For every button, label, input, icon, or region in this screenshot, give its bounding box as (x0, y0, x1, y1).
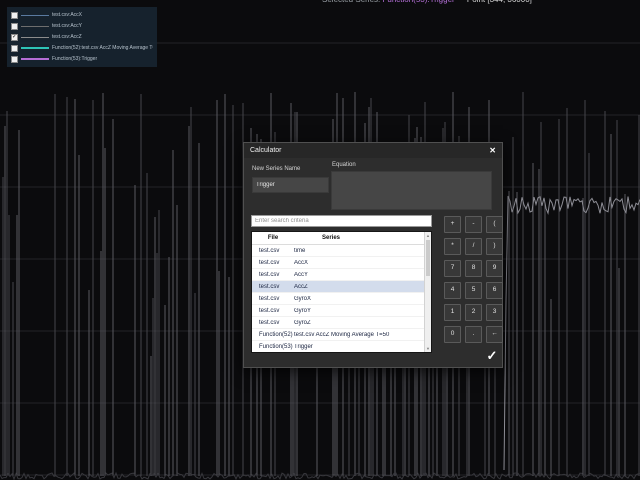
series-color-line (21, 25, 49, 27)
scroll-down-icon[interactable]: ▼ (425, 345, 431, 352)
table-row[interactable]: Function(52) test.csv AccZ Moving Average… (252, 329, 431, 341)
series-label: test.csv:AccX (52, 12, 83, 18)
series-table-body: test.csv time test.csv AccX test.csv AccY test… (252, 245, 431, 352)
visibility-checkbox[interactable] (11, 11, 18, 19)
series-cell: AccX (294, 259, 309, 266)
file-cell: test.csv (259, 259, 280, 266)
keypad-key[interactable]: / (465, 238, 482, 255)
selected-series-label: Selected Series: (322, 0, 380, 4)
file-cell: test.csv (259, 283, 280, 290)
series-label: test.csv:AccY (52, 23, 83, 29)
visibility-checkbox[interactable] (11, 55, 18, 63)
scrollbar-thumb[interactable] (426, 240, 430, 276)
series-cell: time (294, 247, 306, 254)
series-cell: AccZ (294, 283, 308, 290)
keypad: + -( * /) 7 8 9 4 5 6 1 2 3 0. ← (444, 216, 503, 343)
series-color-line (21, 36, 49, 38)
keypad-key[interactable]: 2 (465, 304, 482, 321)
legend-item[interactable]: test.csv:AccX (11, 10, 153, 20)
series-cell: GyroZ (294, 319, 311, 326)
apply-button[interactable]: ✓ (482, 345, 502, 365)
column-header-file[interactable]: File (252, 235, 294, 241)
point-readout: Point [344, 36000] (467, 0, 532, 4)
file-cell: test.csv (259, 271, 280, 278)
keypad-key[interactable]: ) (486, 238, 503, 255)
keypad-key[interactable]: 5 (465, 282, 482, 299)
column-header-series[interactable]: Series (294, 235, 431, 241)
series-cell: Trigger (294, 343, 313, 350)
legend-panel: test.csv:AccX test.csv:AccY ✓ test.csv:AccZ… (7, 7, 157, 67)
table-row[interactable]: test.csv AccX (252, 257, 431, 269)
table-row[interactable]: test.csv GyroY (252, 305, 431, 317)
file-cell: Function(52) (259, 331, 293, 338)
table-scrollbar[interactable]: ▲ ▼ (424, 232, 431, 352)
file-cell: Function(53) (259, 343, 293, 350)
legend-item[interactable]: ✓ test.csv:AccZ (11, 32, 153, 42)
table-header: File Series (252, 232, 431, 245)
new-series-name-input[interactable] (252, 177, 329, 193)
table-row[interactable]: test.csv GyroZ (252, 317, 431, 329)
series-cell: GyroX (294, 295, 312, 302)
close-icon[interactable]: ✕ (489, 146, 496, 155)
file-cell: test.csv (259, 247, 280, 254)
keypad-key[interactable]: ( (486, 216, 503, 233)
keypad-key[interactable]: 0 (444, 326, 461, 343)
keypad-key[interactable]: 8 (465, 260, 482, 277)
visibility-checkbox[interactable]: ✓ (11, 33, 18, 41)
keypad-key[interactable]: . (465, 326, 482, 343)
visibility-checkbox[interactable] (11, 22, 18, 30)
series-table: File Series test.csv time test.csv AccX test… (251, 231, 432, 353)
keypad-key[interactable]: ← (486, 326, 503, 343)
keypad-key[interactable]: 9 (486, 260, 503, 277)
scroll-up-icon[interactable]: ▲ (425, 232, 431, 239)
series-color-line (21, 14, 49, 16)
table-row[interactable]: test.csv GyroX (252, 293, 431, 305)
series-cell: AccY (294, 271, 309, 278)
series-label: Function(52):test.csv AccZ Moving Averag… (52, 45, 153, 51)
series-color-line (21, 47, 49, 49)
selected-series-status: Selected Series: Function(53):Trigger Po… (322, 0, 532, 4)
table-row[interactable]: Function(53) Trigger (252, 341, 431, 352)
keypad-key[interactable]: 7 (444, 260, 461, 277)
legend-item[interactable]: Function(53):Trigger (11, 54, 153, 64)
series-cell: GyroY (294, 307, 312, 314)
calculator-dialog: Calculator ✕ New Series Name Equation Fi… (243, 142, 503, 368)
legend-item[interactable]: Function(52):test.csv AccZ Moving Averag… (11, 43, 153, 53)
keypad-key[interactable]: 3 (486, 304, 503, 321)
series-label: Function(53):Trigger (52, 56, 98, 62)
search-input[interactable] (251, 215, 432, 227)
equation-label: Equation (332, 162, 356, 168)
file-cell: test.csv (259, 307, 280, 314)
table-row[interactable]: test.csv AccZ (252, 281, 431, 293)
equation-input[interactable] (331, 171, 492, 210)
series-cell: test.csv AccZ Moving Average T=50 (294, 331, 390, 338)
file-cell: test.csv (259, 319, 280, 326)
app-window: Selected Series: Function(53):Trigger Po… (0, 0, 640, 480)
keypad-key[interactable]: 6 (486, 282, 503, 299)
keypad-key[interactable]: 4 (444, 282, 461, 299)
file-cell: test.csv (259, 295, 280, 302)
table-row[interactable]: test.csv AccY (252, 269, 431, 281)
keypad-key[interactable]: 1 (444, 304, 461, 321)
table-row[interactable]: test.csv time (252, 245, 431, 257)
keypad-key[interactable]: - (465, 216, 482, 233)
dialog-title: Calculator (250, 147, 282, 154)
visibility-checkbox[interactable] (11, 44, 18, 52)
keypad-key[interactable]: + (444, 216, 461, 233)
selected-series-value: Function(53):Trigger (383, 0, 455, 4)
series-label: test.csv:AccZ (52, 34, 82, 40)
series-color-line (21, 58, 49, 60)
dialog-titlebar[interactable]: Calculator ✕ (244, 143, 502, 158)
legend-item[interactable]: test.csv:AccY (11, 21, 153, 31)
keypad-key[interactable]: * (444, 238, 461, 255)
new-series-name-label: New Series Name (252, 166, 301, 172)
